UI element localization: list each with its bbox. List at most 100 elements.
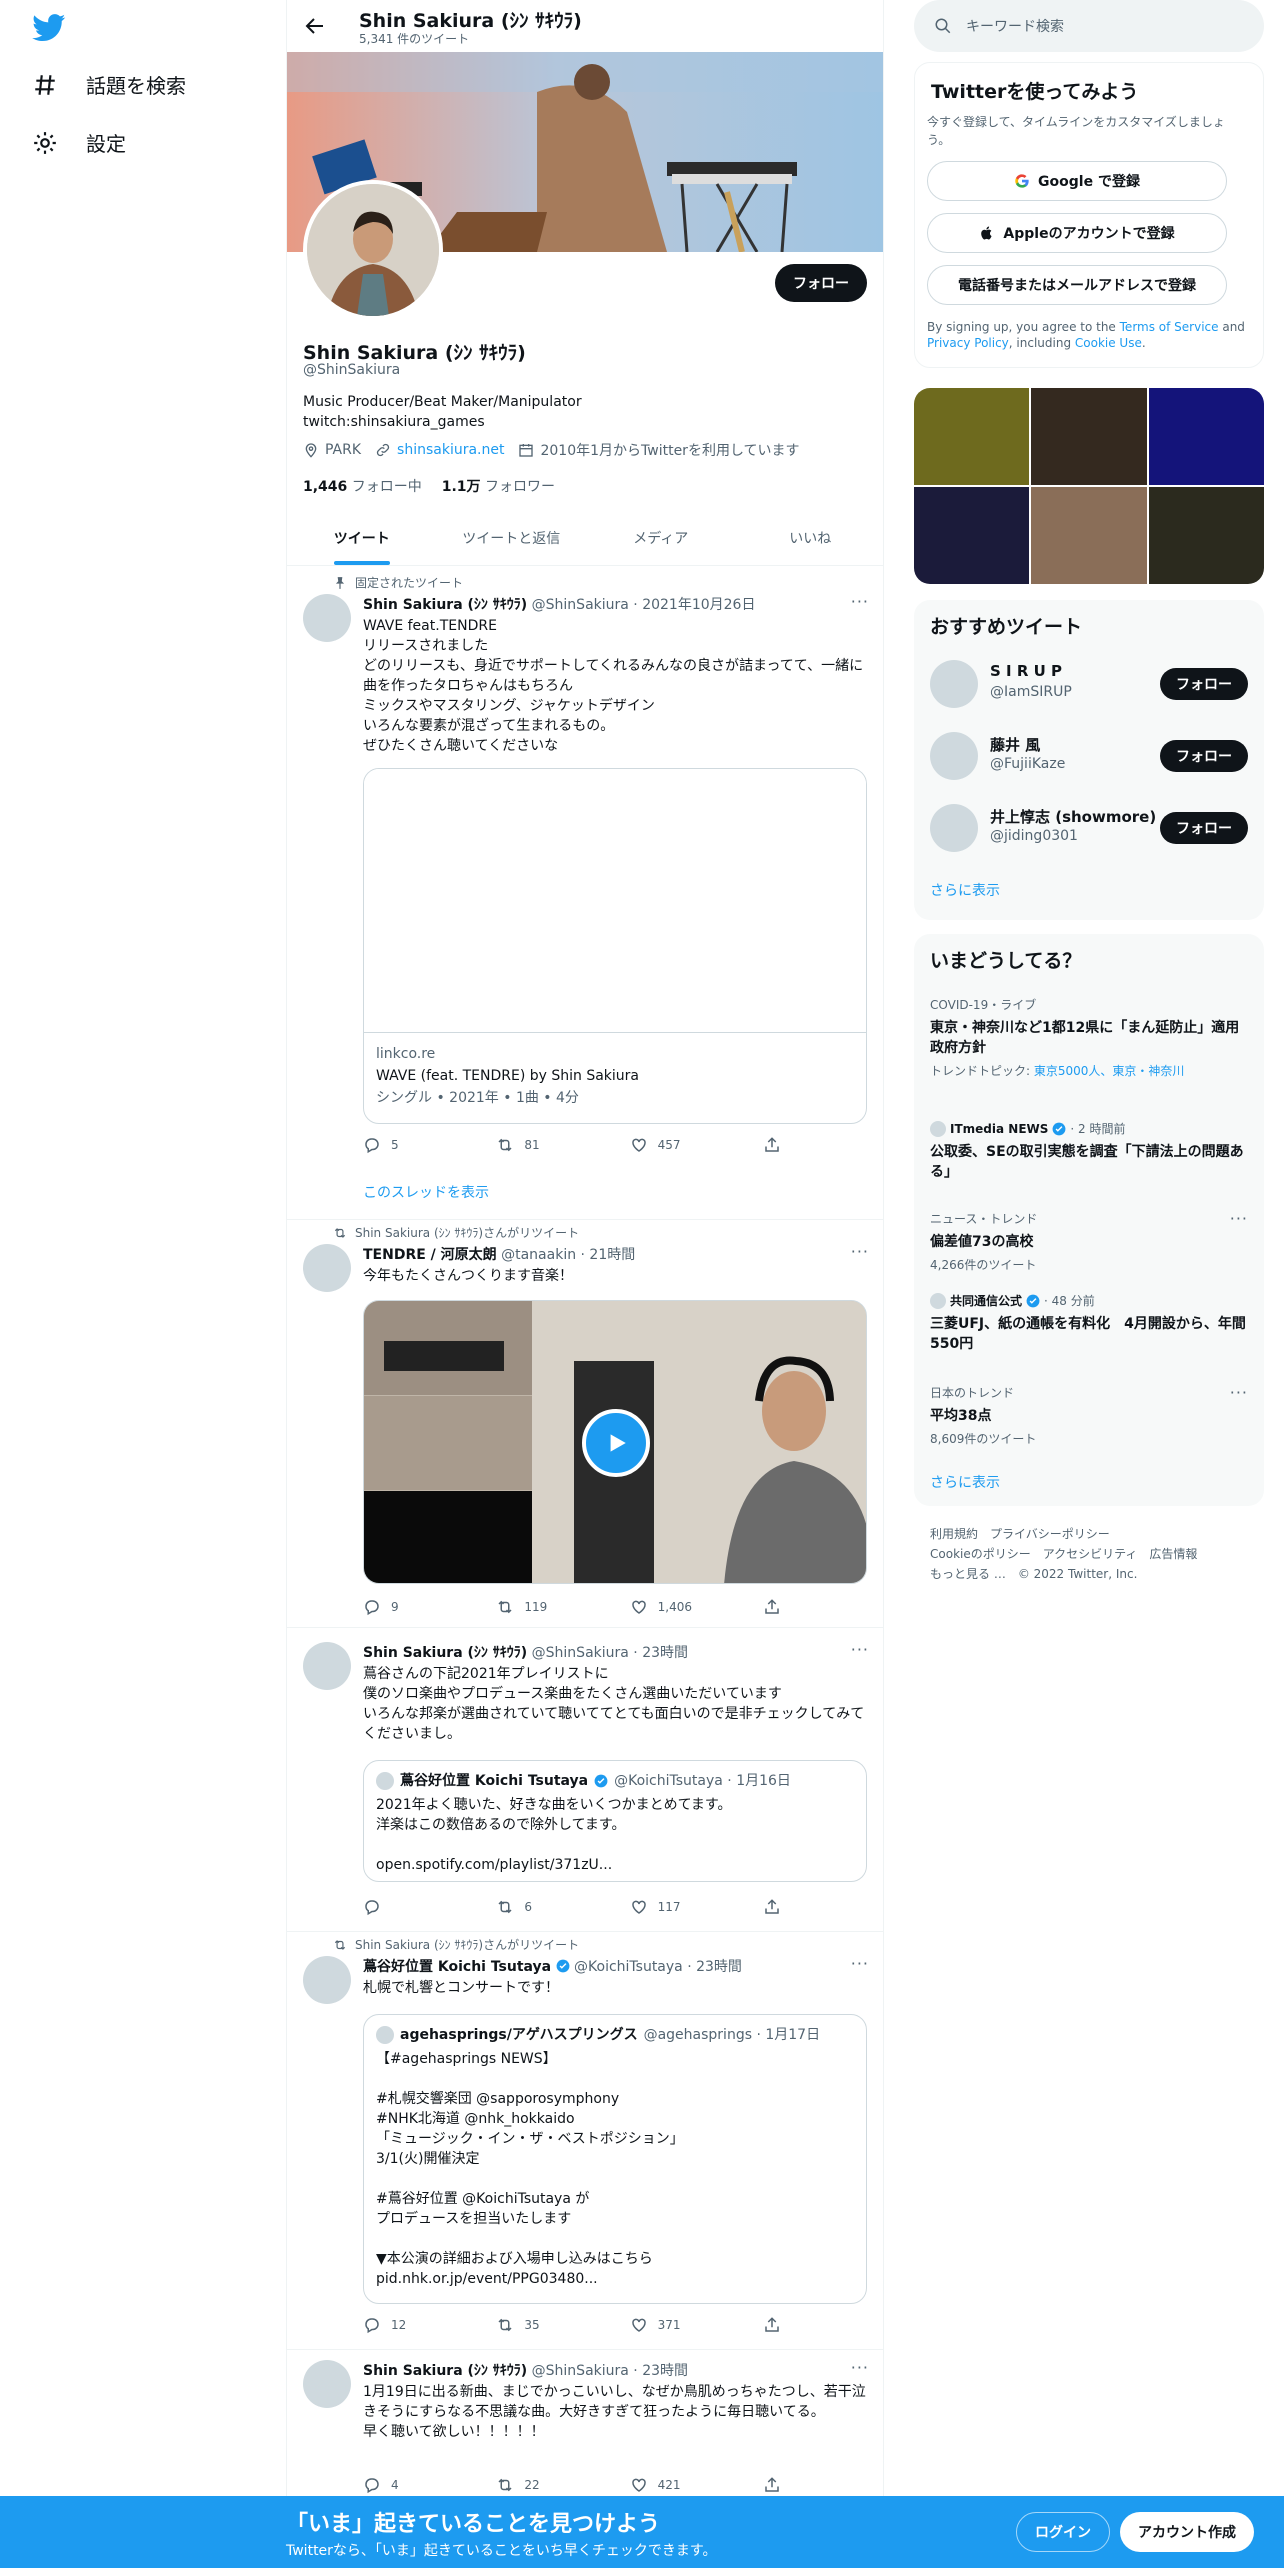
media-tile[interactable] — [914, 388, 1030, 485]
share-button[interactable] — [763, 1598, 803, 1616]
search-box[interactable]: キーワード検索 — [914, 0, 1264, 52]
profile-website[interactable]: shinsakiura.net — [375, 442, 504, 458]
media-tile[interactable] — [1148, 388, 1264, 485]
share-button[interactable] — [763, 1136, 803, 1154]
follow-button[interactable]: フォロー — [775, 264, 867, 302]
share-button[interactable] — [763, 2476, 803, 2494]
website-link[interactable]: shinsakiura.net — [397, 442, 504, 458]
reply-button[interactable] — [363, 1898, 463, 1916]
login-button[interactable]: ログイン — [1016, 2512, 1110, 2552]
tweet[interactable]: Shin Sakiura (ｼﾝ ｻｷｳﾗ) @ShinSakiura · 23… — [287, 1628, 883, 1932]
tweet-author[interactable]: Shin Sakiura (ｼﾝ ｻｷｳﾗ) — [363, 1645, 527, 1661]
signup-desc: 今すぐ登録して、タイムラインをカスタマイズしましょう。 — [927, 115, 1225, 147]
show-more-link[interactable]: さらに表示 — [930, 1472, 1000, 1492]
privacy-link[interactable]: Privacy Policy — [927, 336, 1009, 350]
retweet-button[interactable]: 22 — [496, 2476, 596, 2494]
tab-likes[interactable]: いいね — [736, 510, 884, 565]
search-input[interactable]: キーワード検索 — [966, 16, 1064, 36]
tab-media[interactable]: メディア — [586, 510, 736, 565]
trend-item[interactable]: 日本のトレンド ··· 平均38点 8,609件のツイート — [930, 1384, 1248, 1448]
more-options-icon[interactable]: ··· — [851, 2358, 869, 2377]
tab-tweets[interactable]: ツイート — [287, 510, 437, 565]
media-tile[interactable] — [914, 487, 1030, 584]
retweet-button[interactable]: 119 — [496, 1598, 596, 1616]
nav-settings[interactable]: 設定 — [32, 128, 126, 157]
retweet-button[interactable]: 35 — [496, 2316, 596, 2334]
follow-button[interactable]: フォロー — [1160, 740, 1248, 772]
trend-topic-link[interactable]: 東京5000人、東京・神奈川 — [1034, 1064, 1185, 1078]
tweet[interactable]: 固定されたツイート Shin Sakiura (ｼﾝ ｻｷｳﾗ) @ShinSa… — [287, 566, 883, 1220]
avatar[interactable] — [303, 2360, 351, 2408]
share-button[interactable] — [763, 1898, 803, 1916]
like-button[interactable]: 117 — [630, 1898, 730, 1916]
media-tile[interactable] — [1148, 487, 1264, 584]
reply-button[interactable]: 5 — [363, 1136, 463, 1154]
like-button[interactable]: 421 — [630, 2476, 730, 2494]
follow-button[interactable]: フォロー — [1160, 812, 1248, 844]
tweet[interactable]: Shin Sakiura (ｼﾝ ｻｷｳﾗ)さんがリツイート TENDRE / … — [287, 1220, 883, 1628]
trend-item[interactable]: 共同通信公式 · 48 分前 三菱UFJ、紙の通帳を有料化 4月開設から、年間5… — [930, 1292, 1248, 1354]
trend-item[interactable]: COVID-19・ライブ 東京・神奈川など1都12県に「まん延防止」適用 政府方… — [930, 996, 1248, 1080]
tos-link[interactable]: Terms of Service — [1120, 320, 1219, 334]
retweet-button[interactable]: 6 — [496, 1898, 596, 1916]
tweet-author[interactable]: Shin Sakiura (ｼﾝ ｻｷｳﾗ) — [363, 597, 527, 613]
play-button[interactable] — [582, 1409, 650, 1477]
legal-text: By signing up, you agree to the — [927, 320, 1120, 334]
quoted-tweet[interactable]: agehasprings/アゲハスプリングス @agehasprings · 1月… — [363, 2014, 867, 2304]
retweet-button[interactable]: 81 — [496, 1136, 596, 1154]
like-button[interactable]: 457 — [630, 1136, 730, 1154]
footer-link[interactable]: 利用規約 — [930, 1527, 978, 1541]
footer-link[interactable]: アクセシビリティ — [1043, 1547, 1138, 1561]
cookie-link[interactable]: Cookie Use — [1075, 336, 1142, 350]
phone-email-signup-button[interactable]: 電話番号またはメールアドレスで登録 — [927, 265, 1227, 305]
reply-button[interactable]: 12 — [363, 2316, 463, 2334]
quoted-tweet[interactable]: 蔦谷好位置 Koichi Tsutaya @KoichiTsutaya · 1月1… — [363, 1760, 867, 1882]
media-tile[interactable] — [1031, 388, 1147, 485]
share-button[interactable] — [763, 2316, 803, 2334]
back-arrow-icon[interactable] — [303, 14, 327, 38]
footer-link[interactable]: プライバシーポリシー — [990, 1527, 1110, 1541]
tweet-author[interactable]: 蔦谷好位置 Koichi Tsutaya — [363, 1959, 551, 1975]
avatar[interactable] — [303, 1244, 351, 1292]
media-tile[interactable] — [1031, 487, 1147, 584]
tweet-author[interactable]: TENDRE / 河原太朗 — [363, 1247, 497, 1263]
follow-button[interactable]: フォロー — [1160, 668, 1248, 700]
more-options-icon[interactable]: ··· — [851, 1640, 869, 1659]
twitter-logo-icon[interactable] — [32, 14, 66, 42]
video-player[interactable] — [363, 1300, 867, 1584]
reply-button[interactable]: 9 — [363, 1598, 463, 1616]
trend-time: · 2 時間前 — [1070, 1122, 1126, 1136]
profile-avatar[interactable] — [303, 180, 443, 320]
like-button[interactable]: 1,406 — [630, 1598, 730, 1616]
google-signup-button[interactable]: Google で登録 — [927, 161, 1227, 201]
avatar[interactable] — [303, 1642, 351, 1690]
tweet-author[interactable]: Shin Sakiura (ｼﾝ ｻｷｳﾗ) — [363, 2363, 527, 2379]
more-options-icon[interactable]: ··· — [851, 592, 869, 611]
following-stat[interactable]: 1,446 フォロー中 — [303, 476, 422, 496]
followers-stat[interactable]: 1.1万 フォロワー — [442, 476, 555, 496]
like-button[interactable]: 371 — [630, 2316, 730, 2334]
more-options-icon[interactable]: ··· — [851, 1242, 869, 1261]
footer-link[interactable]: 広告情報 — [1149, 1547, 1197, 1561]
signup-button[interactable]: アカウント作成 — [1120, 2512, 1254, 2552]
trend-item[interactable]: ITmedia NEWS · 2 時間前 公取委、SEの取引実態を調査「下請法上… — [930, 1120, 1248, 1182]
avatar[interactable] — [303, 1956, 351, 2004]
trend-item[interactable]: ニュース・トレンド ··· 偏差値73の高校 4,266件のツイート — [930, 1210, 1248, 1274]
show-thread-link[interactable]: このスレッドを表示 — [363, 1182, 489, 1202]
tweet[interactable]: Shin Sakiura (ｼﾝ ｻｷｳﾗ)さんがリツイート 蔦谷好位置 Koi… — [287, 1932, 883, 2350]
apple-signup-button[interactable]: Appleのアカウントで登録 — [927, 213, 1227, 253]
reply-button[interactable]: 4 — [363, 2476, 463, 2494]
footer-link[interactable]: もっと見る … — [930, 1567, 1006, 1581]
show-more-link[interactable]: さらに表示 — [930, 880, 1000, 900]
more-options-icon[interactable]: ··· — [1230, 1210, 1248, 1228]
suggested-user[interactable]: 藤井 風 @FujiiKaze フォロー — [930, 728, 1248, 784]
more-options-icon[interactable]: ··· — [851, 1954, 869, 1973]
avatar[interactable] — [303, 594, 351, 642]
link-card[interactable]: linkco.re WAVE (feat. TENDRE) by Shin Sa… — [363, 768, 867, 1124]
footer-link[interactable]: Cookieのポリシー — [930, 1547, 1031, 1561]
tab-tweets-replies[interactable]: ツイートと返信 — [437, 510, 587, 565]
suggested-user[interactable]: 井上惇志 (showmore) @jiding0301 フォロー — [930, 800, 1248, 856]
suggested-user[interactable]: S I R U P @IamSIRUP フォロー — [930, 656, 1248, 712]
more-options-icon[interactable]: ··· — [1230, 1384, 1248, 1402]
nav-explore[interactable]: 話題を検索 — [32, 70, 186, 99]
